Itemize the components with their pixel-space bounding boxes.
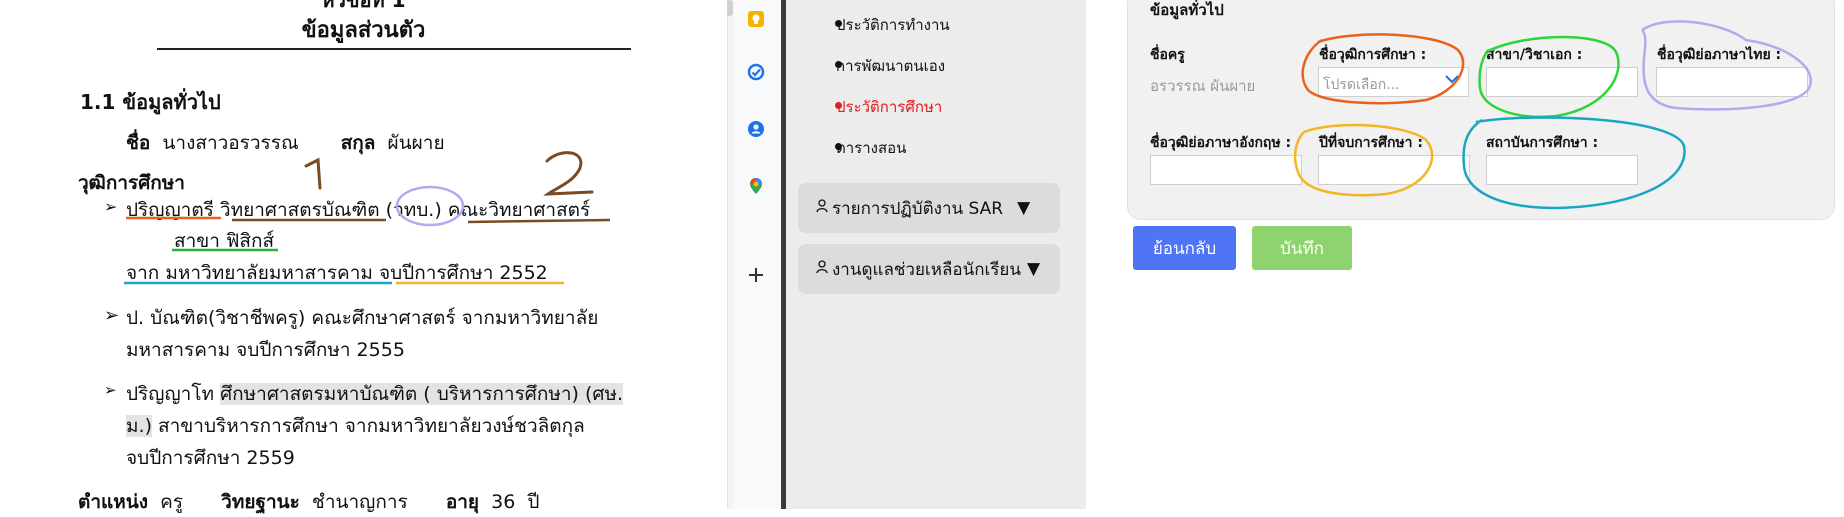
add-icon[interactable] bbox=[745, 264, 767, 286]
sidebar-item-work-history[interactable]: ประวัติการทำงาน bbox=[836, 13, 950, 37]
annotation-loop-orange bbox=[1301, 33, 1465, 105]
person-icon bbox=[816, 198, 828, 218]
dropdown-arrow-icon: ▼ bbox=[1017, 198, 1031, 218]
annotation-underline-brown-2 bbox=[467, 218, 611, 224]
sidebar-section-label: งานดูแลช่วยเหลือนักเรียน bbox=[832, 259, 1022, 280]
annotation-two bbox=[543, 151, 594, 196]
annotation-loop-yellow bbox=[1293, 123, 1434, 197]
annotation-one bbox=[304, 157, 322, 190]
keep-icon[interactable] bbox=[745, 8, 767, 30]
person-icon bbox=[816, 259, 828, 279]
annotation-one-label: 1 bbox=[304, 189, 305, 191]
contacts-icon[interactable] bbox=[745, 118, 767, 140]
document-page: หัวข้อที่ 1 ข้อมูลส่วนตัว 1.1 ข้อมูลทั่ว… bbox=[0, 0, 727, 513]
form-annotations bbox=[1293, 20, 1812, 210]
sidebar-item-timetable[interactable]: ตารางสอน bbox=[836, 136, 906, 160]
annotation-loop-blue bbox=[1462, 116, 1686, 210]
sidebar-section-sar[interactable]: รายการปฏิบัติงาน SAR ▼ bbox=[798, 183, 1060, 233]
document-annotations: 1 2 bbox=[124, 151, 611, 285]
annotation-loop-lavender bbox=[1641, 20, 1812, 111]
sidebar-item-self-development[interactable]: การพัฒนาตนเอง bbox=[836, 54, 945, 78]
annotation-loop-green bbox=[1478, 35, 1620, 118]
annotation-circle-purple bbox=[395, 185, 465, 227]
sidebar-section-label: รายการปฏิบัติงาน SAR bbox=[832, 198, 1004, 219]
dropdown-arrow-icon: ▼ bbox=[1027, 259, 1041, 279]
tasks-icon[interactable] bbox=[745, 61, 767, 83]
sidebar-section-student-care[interactable]: งานดูแลช่วยเหลือนักเรียน ▼ bbox=[798, 244, 1060, 294]
sidebar-item-education-history[interactable]: ประวัติการศึกษา bbox=[836, 95, 942, 119]
maps-icon[interactable] bbox=[745, 175, 767, 197]
